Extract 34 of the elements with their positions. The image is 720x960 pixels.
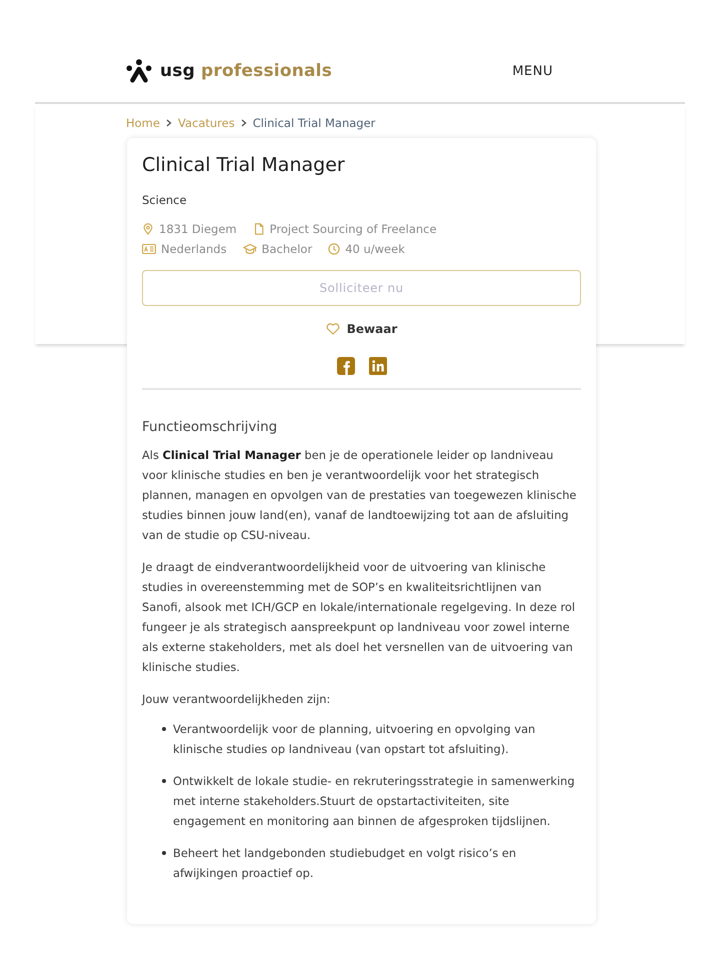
logo-icon — [126, 59, 152, 83]
clock-icon — [328, 243, 340, 255]
logo[interactable]: usg professionals — [126, 59, 332, 83]
breadcrumb-link[interactable]: Clinical Trial Manager — [252, 116, 376, 130]
logo-text: usg — [160, 61, 195, 81]
menu-button[interactable]: MENU — [512, 64, 553, 78]
description-paragraph: Als Clinical Trial Manager ben je de operationele leider op landniveau voor klinische studies en ben je verantwoordelijk voor het strategisch plannen, managen en opvolgen van de prestaties van toegewezen klinische studies binnen jouw land(en), vanaf de landtoewijzing tot aan de afsluiting van de studie op CSU-niveau. — [142, 447, 578, 544]
list-item-text: Beheert het landgebonden studiebudget en volgt risico’s en afwijkingen proactief op. — [173, 845, 518, 882]
save-button[interactable]: Bewaar — [326, 322, 398, 336]
list-item-text: Ontwikkelt de lokale studie- en rekruteringsstrategie in samenwerking met interne stakeholders.Stuurt de opstartactiviteiten, site engagement en monitoring aan binnen de afgesproken tijdslijnen. — [173, 773, 576, 830]
location-pin-icon — [142, 223, 154, 235]
bullet-icon — [162, 851, 166, 855]
logo-text: professionals — [201, 61, 332, 81]
job-detail: 40 u/week — [345, 242, 405, 256]
bullet-icon — [162, 779, 166, 783]
job-category: Science — [142, 193, 188, 207]
facebook-icon[interactable] — [336, 357, 354, 375]
list-item-text: Verantwoordelijk voor de planning, uitvoering en opvolging van klinische studies op landniveau (van opstart tot afsluiting). — [173, 721, 536, 758]
job-detail: Nederlands — [161, 242, 227, 256]
job-detail: 1831 Diegem — [159, 222, 237, 236]
section-heading: Functieomschrijving — [142, 419, 278, 435]
job-detail: Bachelor — [262, 242, 312, 256]
heart-icon — [326, 323, 340, 335]
job-title: Clinical Trial Manager — [142, 153, 346, 178]
description-paragraph: Jouw verantwoordelijkheden zijn: — [142, 691, 332, 708]
linkedin-icon[interactable] — [368, 357, 386, 375]
document-icon — [252, 223, 265, 235]
bullet-icon — [162, 727, 166, 731]
graduation-cap-icon — [242, 243, 257, 255]
language-card-icon — [142, 243, 156, 255]
chevron-icon — [240, 119, 247, 127]
chevron-icon — [166, 119, 172, 127]
job-detail: Project Sourcing of Freelance — [270, 222, 437, 236]
description-paragraph: Je draagt de eindverantwoordelijkheid voor de uitvoering van klinische studies in overeenstemming met de SOP’s en kwaliteitsrichtlijnen van Sanofi, alsook met ICH/GCP en lokale/internationale regelgeving. In deze rol fungeer je als strategisch aanspreekpunt op landniveau voor zowel interne als externe stakeholders, met als doel het versnellen van de uitvoering van klinische studies. — [142, 559, 576, 676]
